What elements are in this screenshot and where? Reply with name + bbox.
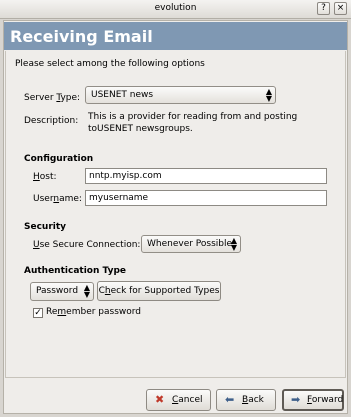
configuration-heading: Configuration — [24, 154, 94, 164]
close-icon: × — [336, 3, 345, 13]
page-banner: Receiving Email — [4, 22, 347, 50]
server-type-select[interactable]: USENET news ▲ ▼ — [85, 86, 276, 104]
cancel-icon: ✖ — [155, 393, 165, 406]
description-line-2: toUSENET newsgroups. — [88, 124, 193, 134]
help-button[interactable]: ? — [317, 2, 330, 15]
security-heading: Security — [24, 222, 67, 232]
cancel-button[interactable]: ✖ Cancel — [146, 389, 211, 411]
forward-arrow-icon: ➡ — [291, 393, 301, 406]
remember-password-label: Remember password — [46, 307, 142, 317]
host-input[interactable] — [86, 169, 326, 183]
host-label: Host: — [33, 172, 57, 182]
secure-connection-value: Whenever Possible — [147, 239, 233, 249]
help-icon: ? — [321, 3, 326, 13]
close-window-button[interactable]: × — [334, 2, 347, 15]
description-label: Description: — [24, 116, 79, 126]
page-title: Receiving Email — [10, 27, 153, 46]
cancel-label: Cancel — [172, 395, 203, 405]
auth-type-value: Password — [36, 286, 79, 296]
secure-connection-select[interactable]: Whenever Possible ▲ ▼ — [141, 235, 241, 253]
description-line-1: This is a provider for reading from and … — [88, 112, 298, 122]
back-label: Back — [242, 395, 264, 405]
auth-type-select[interactable]: Password ▲ ▼ — [30, 282, 94, 301]
forward-button[interactable]: ➡ Forward — [282, 389, 344, 411]
server-type-value: USENET news — [91, 90, 154, 100]
updown-arrows-icon: ▲ ▼ — [83, 283, 90, 299]
window-titlebar: evolution ? × — [0, 0, 351, 19]
remember-password-checkbox[interactable]: ✓ — [33, 308, 43, 318]
username-label: Username: — [33, 194, 82, 204]
check-supported-types-button[interactable]: Check for Supported Types — [97, 281, 221, 301]
forward-label: Forward — [307, 395, 344, 405]
secure-connection-label: Use Secure Connection: — [33, 240, 141, 250]
updown-arrows-icon: ▲ ▼ — [265, 87, 272, 103]
window-title: evolution — [154, 3, 197, 13]
updown-arrows-icon: ▲ ▼ — [230, 236, 237, 252]
intro-text: Please select among the following option… — [15, 59, 205, 69]
back-arrow-icon: ⬅ — [225, 393, 235, 406]
checkmark-icon: ✓ — [34, 308, 42, 318]
username-input[interactable] — [86, 191, 326, 205]
check-supported-types-label: Check for Supported Types — [98, 286, 220, 296]
server-type-label: Server Type: — [24, 93, 81, 103]
username-field[interactable] — [85, 190, 327, 206]
back-button[interactable]: ⬅ Back — [216, 389, 276, 411]
authentication-heading: Authentication Type — [24, 266, 126, 276]
host-field[interactable] — [85, 168, 327, 184]
